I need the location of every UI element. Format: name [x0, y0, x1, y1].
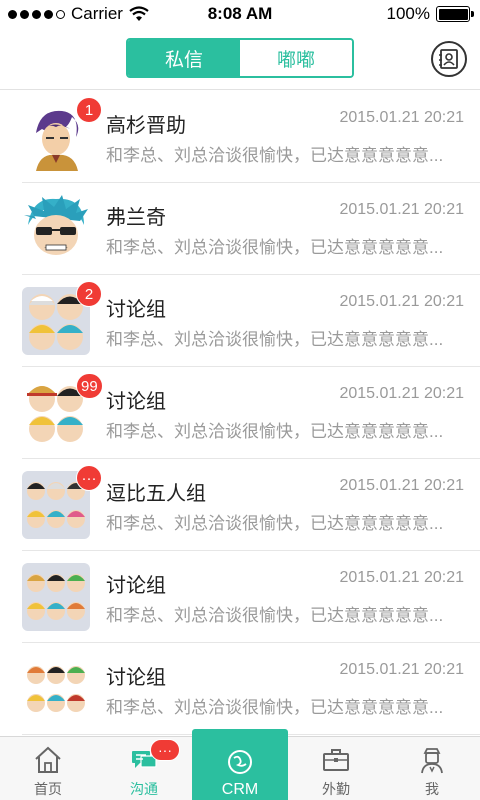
- conversation-time: 2015.01.21 20:21: [339, 477, 464, 494]
- conversation-row[interactable]: 2 讨论组 2015.01.21 20:21 和李总、刘总洽谈很愉快，已达意意意…: [22, 275, 480, 367]
- conversation-time: 2015.01.21 20:21: [339, 201, 464, 218]
- unread-badge: ···: [76, 465, 102, 491]
- conversation-time: 2015.01.21 20:21: [339, 385, 464, 402]
- carrier-name: Carrier: [71, 4, 123, 23]
- wifi-icon: [129, 6, 149, 21]
- battery-icon: [436, 6, 474, 22]
- contacts-button[interactable]: [431, 41, 467, 77]
- conversation-row[interactable]: ··· 逗比五人组 2015.01.21 20:21 和李总、刘总洽谈很愉快，已…: [22, 459, 480, 551]
- conversation-name: 逗比五人组: [106, 483, 206, 505]
- conversation-row[interactable]: 讨论组 2015.01.21 20:21 和李总、刘总洽谈很愉快，已达意意意意意…: [22, 551, 480, 643]
- conversation-name: 弗兰奇: [106, 207, 166, 229]
- unread-badge: 99: [76, 373, 103, 399]
- conversation-name: 讨论组: [106, 299, 166, 321]
- conversation-row[interactable]: 1 高杉晋助 2015.01.21 20:21 和李总、刘总洽谈很愉快，已达意意…: [22, 91, 480, 183]
- conversation-time: 2015.01.21 20:21: [339, 293, 464, 310]
- group-avatar: [22, 563, 90, 631]
- conversation-preview: 和李总、刘总洽谈很愉快，已达意意意意意...: [106, 606, 444, 625]
- tab-crm[interactable]: CRM: [192, 729, 288, 800]
- group-avatar: [22, 655, 90, 723]
- conversation-preview: 和李总、刘总洽谈很愉快，已达意意意意意...: [106, 238, 444, 257]
- tab-private-message[interactable]: 私信: [128, 40, 240, 76]
- conversation-row[interactable]: 弗兰奇 2015.01.21 20:21 和李总、刘总洽谈很愉快，已达意意意意意…: [22, 183, 480, 275]
- briefcase-icon: [323, 749, 349, 771]
- tab-field-work-label: 外勤: [322, 781, 350, 797]
- conversation-preview: 和李总、刘总洽谈很愉快，已达意意意意意...: [106, 330, 444, 349]
- tab-me-label: 我: [425, 781, 439, 797]
- header: 私信 嘟嘟: [0, 28, 480, 90]
- conversation-name: 讨论组: [106, 391, 166, 413]
- tab-communication-label: 沟通: [130, 781, 158, 797]
- conversation-time: 2015.01.21 20:21: [339, 109, 464, 126]
- conversation-list[interactable]: 1 高杉晋助 2015.01.21 20:21 和李总、刘总洽谈很愉快，已达意意…: [0, 91, 480, 736]
- contacts-icon: [439, 49, 458, 69]
- conversation-name: 讨论组: [106, 575, 166, 597]
- conversation-preview: 和李总、刘总洽谈很愉快，已达意意意意意...: [106, 698, 444, 717]
- conversation-time: 2015.01.21 20:21: [339, 661, 464, 678]
- home-icon: [35, 746, 61, 773]
- tab-communication[interactable]: 沟通 ···: [96, 737, 192, 800]
- conversation-preview: 和李总、刘总洽谈很愉快，已达意意意意意...: [106, 422, 444, 441]
- bottom-tab-bar: 首页 沟通 ··· CRM 外勤 我: [0, 729, 480, 800]
- conversation-preview: 和李总、刘总洽谈很愉快，已达意意意意意...: [106, 146, 444, 165]
- tab-me[interactable]: 我: [384, 737, 480, 800]
- tab-home[interactable]: 首页: [0, 737, 96, 800]
- tab-field-work[interactable]: 外勤: [288, 737, 384, 800]
- unread-badge: 1: [76, 97, 102, 123]
- conversation-time: 2015.01.21 20:21: [339, 569, 464, 586]
- signal-strength-icon: [8, 9, 65, 19]
- tab-badge: ···: [150, 739, 180, 761]
- unread-badge: 2: [76, 281, 102, 307]
- crm-icon: [228, 750, 252, 774]
- tab-dudu[interactable]: 嘟嘟: [240, 40, 352, 76]
- conversation-preview: 和李总、刘总洽谈很愉快，已达意意意意意...: [106, 514, 444, 533]
- tab-home-label: 首页: [34, 781, 62, 797]
- conversation-row[interactable]: 讨论组 2015.01.21 20:21 和李总、刘总洽谈很愉快，已达意意意意意…: [22, 643, 480, 735]
- segmented-control: 私信 嘟嘟: [126, 38, 354, 78]
- status-bar: Carrier 8:08 AM 100%: [0, 0, 480, 28]
- conversation-row[interactable]: 99 讨论组 2015.01.21 20:21 和李总、刘总洽谈很愉快，已达意意…: [22, 367, 480, 459]
- tab-crm-label: CRM: [221, 781, 259, 798]
- battery-percent: 100%: [386, 4, 430, 23]
- conversation-name: 高杉晋助: [106, 115, 186, 137]
- conversation-name: 讨论组: [106, 667, 166, 689]
- profile-icon: [421, 748, 443, 774]
- avatar: [22, 195, 90, 263]
